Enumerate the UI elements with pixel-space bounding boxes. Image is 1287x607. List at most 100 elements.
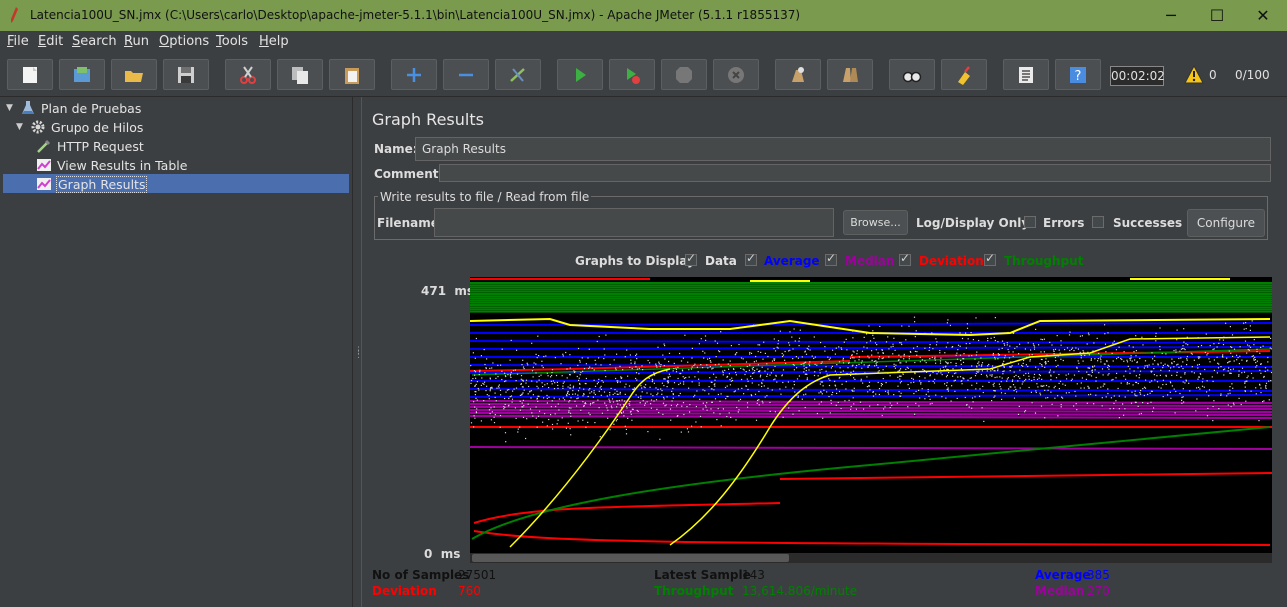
data-point — [789, 331, 791, 333]
data-point — [624, 400, 626, 402]
expanded-arrow-icon[interactable]: ▼ — [16, 122, 26, 132]
median-checkbox[interactable] — [825, 251, 837, 266]
data-point — [1137, 382, 1139, 385]
deviation-toggle-label: Deviation — [919, 254, 984, 268]
data-point — [921, 388, 923, 390]
data-point — [766, 375, 768, 377]
menu-file[interactable]: File — [7, 34, 29, 49]
data-point — [616, 390, 618, 392]
browse-button[interactable]: Browse... — [843, 210, 908, 235]
data-point — [1246, 344, 1249, 346]
tree-item-graph-results[interactable]: Graph Results — [36, 175, 148, 193]
new-button[interactable] — [7, 59, 53, 90]
data-point — [946, 322, 948, 324]
tree-item-grupo-de-hilos[interactable]: ▼ Grupo de Hilos — [16, 118, 143, 136]
deviation-checkbox[interactable] — [899, 251, 911, 266]
function-helper-button[interactable] — [1003, 59, 1049, 90]
collapse-all-button[interactable] — [443, 59, 489, 90]
shutdown-button[interactable] — [713, 59, 759, 90]
clear-all-button[interactable] — [827, 59, 873, 90]
successes-checkbox[interactable] — [1092, 216, 1104, 228]
data-point — [729, 360, 731, 362]
scrollbar-thumb[interactable] — [472, 554, 789, 562]
graph-horizontal-scrollbar[interactable] — [470, 553, 1272, 563]
data-point — [1012, 355, 1014, 357]
data-point — [1137, 367, 1139, 369]
data-point — [631, 367, 633, 370]
data-point — [643, 386, 645, 388]
data-point — [868, 357, 870, 359]
data-point — [698, 382, 700, 384]
data-point — [579, 387, 581, 389]
toggle-button[interactable] — [495, 59, 541, 90]
throughput-checkbox[interactable] — [984, 251, 996, 266]
throughput-stat-label: Throughput — [654, 584, 734, 598]
data-point — [842, 359, 844, 361]
tree-item-http-request[interactable]: HTTP Request — [36, 137, 144, 155]
data-point — [862, 382, 864, 384]
expand-all-button[interactable] — [391, 59, 437, 90]
data-point — [782, 416, 784, 418]
average-checkbox[interactable] — [745, 251, 757, 266]
data-point — [863, 364, 865, 366]
data-point — [669, 408, 672, 410]
data-point — [582, 395, 584, 397]
data-point — [531, 342, 533, 344]
copy-button[interactable] — [277, 59, 323, 90]
reset-search-button[interactable] — [941, 59, 987, 90]
menu-edit[interactable]: Edit — [38, 34, 63, 49]
start-no-pauses-button[interactable] — [609, 59, 655, 90]
close-button[interactable]: ✕ — [1240, 0, 1286, 31]
data-point — [1264, 370, 1266, 372]
data-point — [689, 404, 691, 406]
search-button[interactable] — [889, 59, 935, 90]
expanded-arrow-icon[interactable]: ▼ — [6, 103, 16, 113]
cut-button[interactable] — [225, 59, 271, 90]
templates-button[interactable] — [59, 59, 105, 90]
warning-icon[interactable] — [1184, 65, 1204, 84]
data-point — [546, 383, 548, 385]
maximize-button[interactable]: ☐ — [1194, 0, 1240, 31]
paste-button[interactable] — [329, 59, 375, 90]
data-point — [1182, 368, 1184, 370]
menu-options[interactable]: Options — [159, 34, 209, 49]
clear-button[interactable] — [775, 59, 821, 90]
configure-button[interactable]: Configure — [1187, 209, 1265, 237]
data-point — [792, 363, 794, 366]
data-point — [1155, 340, 1157, 342]
data-point — [470, 422, 473, 424]
start-button[interactable] — [557, 59, 603, 90]
data-point — [758, 384, 760, 386]
open-button[interactable] — [111, 59, 157, 90]
data-checkbox[interactable] — [685, 251, 697, 266]
data-point — [1053, 387, 1055, 389]
data-point — [1147, 393, 1149, 395]
minimize-button[interactable]: ─ — [1148, 0, 1194, 31]
data-point — [1031, 379, 1033, 382]
data-point — [546, 372, 548, 374]
comments-input[interactable] — [439, 164, 1271, 182]
tree-item-view-results-in-table[interactable]: View Results in Table — [36, 156, 187, 174]
data-point — [735, 374, 737, 376]
menu-run[interactable]: Run — [124, 34, 149, 49]
save-button[interactable] — [163, 59, 209, 90]
menu-tools[interactable]: Tools — [216, 34, 248, 49]
data-point — [616, 406, 618, 408]
data-point — [568, 401, 570, 403]
data-point — [1213, 343, 1215, 345]
name-input[interactable]: Graph Results — [415, 137, 1271, 161]
data-point — [664, 345, 666, 347]
data-point — [698, 378, 700, 380]
menu-help[interactable]: Help — [259, 34, 289, 49]
data-point — [936, 341, 938, 343]
filename-input[interactable] — [434, 208, 834, 237]
data-point — [1176, 371, 1178, 373]
data-point — [854, 378, 856, 380]
help-button[interactable]: ? — [1055, 59, 1101, 90]
stop-button[interactable] — [661, 59, 707, 90]
tree-item-plan-de-pruebas[interactable]: ▼ Plan de Pruebas — [6, 99, 141, 117]
data-point — [757, 399, 759, 401]
errors-checkbox[interactable] — [1024, 216, 1036, 228]
menu-search[interactable]: Search — [72, 34, 117, 49]
data-points — [470, 316, 1273, 443]
